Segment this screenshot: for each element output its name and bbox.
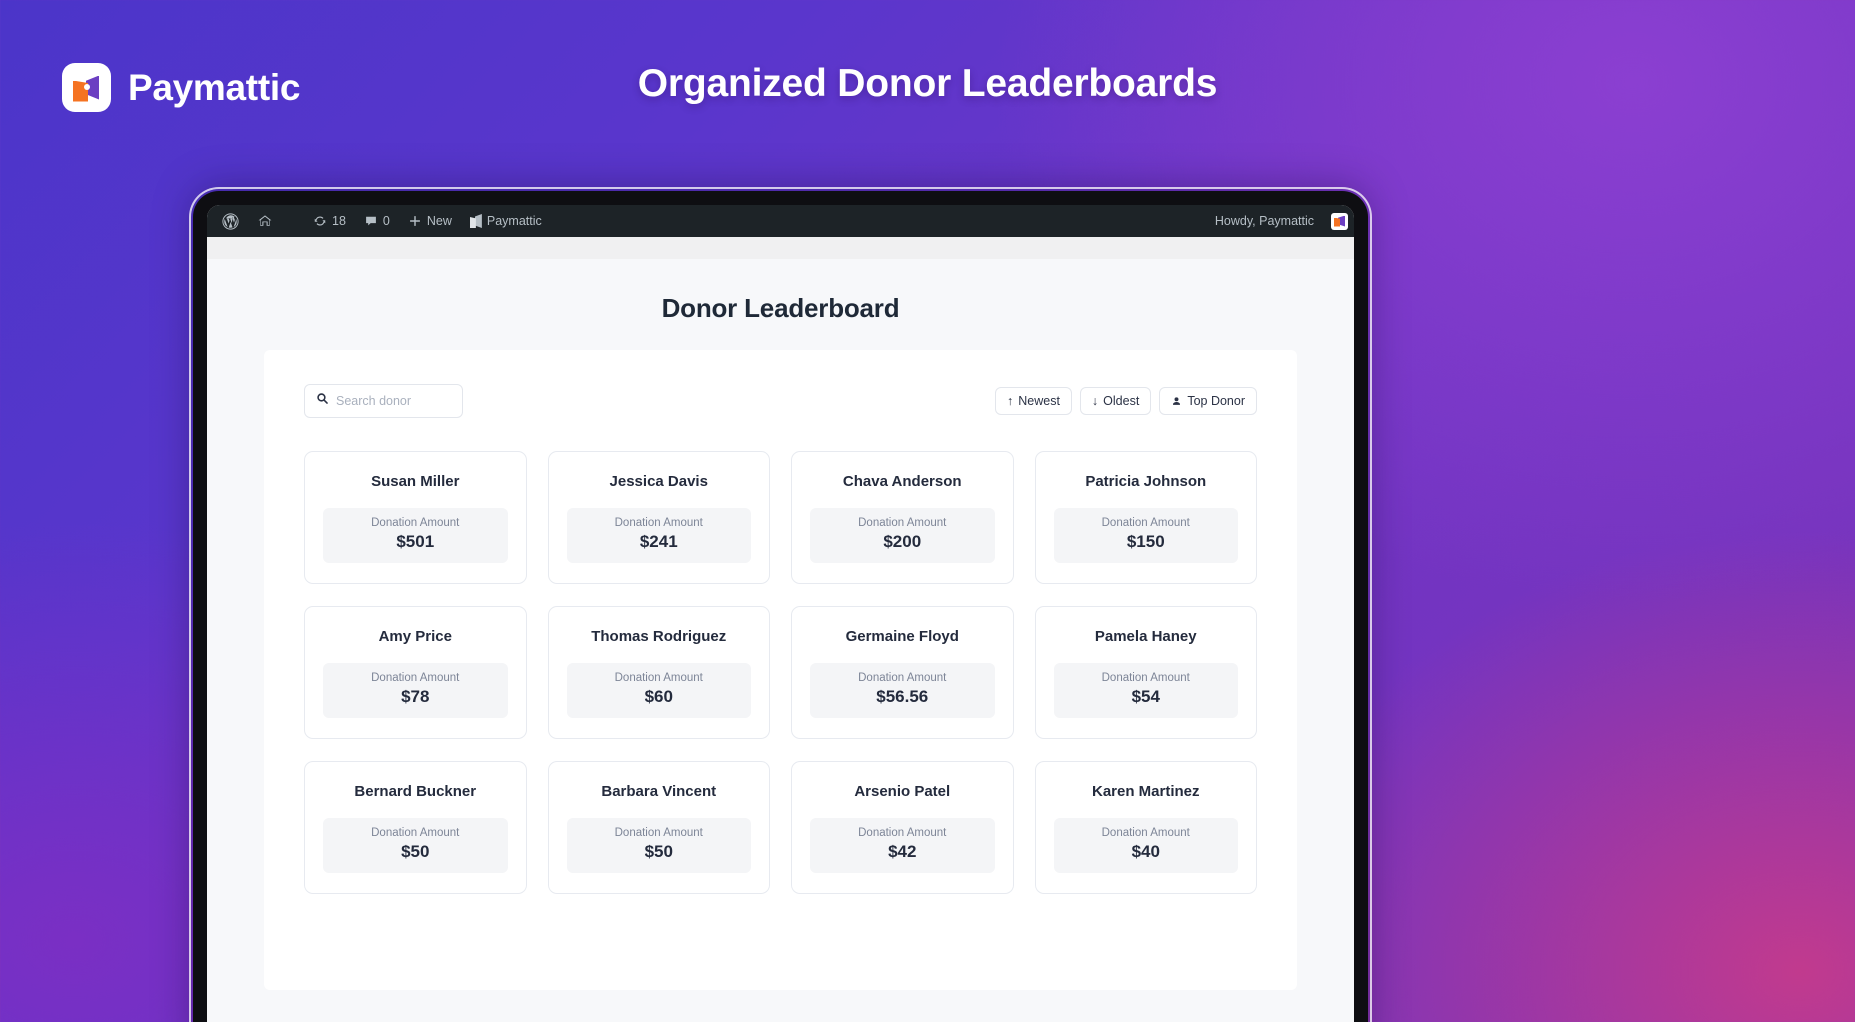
- donor-name: Jessica Davis: [609, 473, 708, 490]
- sort-newest-button[interactable]: ↑ Newest: [994, 387, 1072, 415]
- howdy-account-item[interactable]: Howdy, Paymattic: [1206, 205, 1323, 237]
- donation-amount-box: Donation Amount $78: [323, 663, 508, 718]
- donation-amount-box: Donation Amount $42: [810, 818, 995, 873]
- donation-amount-value: $54: [1131, 687, 1160, 706]
- donation-amount-label: Donation Amount: [1101, 517, 1190, 529]
- sort-top-donor-button[interactable]: Top Donor: [1159, 387, 1257, 415]
- donor-card: Thomas Rodriguez Donation Amount $60: [547, 606, 770, 739]
- donor-card: Jessica Davis Donation Amount $241: [547, 451, 770, 584]
- donor-name: Arsenio Patel: [854, 783, 951, 800]
- donor-card: Karen Martinez Donation Amount $40: [1034, 761, 1257, 894]
- donation-amount-value: $50: [644, 842, 673, 861]
- sort-oldest-button[interactable]: ↓ Oldest: [1079, 387, 1152, 415]
- donation-amount-value: $78: [401, 687, 430, 706]
- donation-amount-box: Donation Amount $50: [566, 818, 751, 873]
- donor-card: Arsenio Patel Donation Amount $42: [791, 761, 1014, 894]
- donation-amount-value: $40: [1131, 842, 1160, 861]
- arrow-up-icon: ↑: [1006, 393, 1014, 408]
- arrow-down-icon: ↓: [1091, 393, 1099, 408]
- donor-name: Chava Anderson: [842, 473, 962, 490]
- donation-amount-box: Donation Amount $60: [566, 663, 751, 718]
- sort-newest-label: Newest: [1018, 394, 1060, 408]
- donation-amount-label: Donation Amount: [1101, 672, 1190, 684]
- new-content-item[interactable]: New: [399, 205, 461, 237]
- donation-amount-value: $241: [639, 532, 678, 551]
- search-input[interactable]: Search donor: [304, 384, 463, 418]
- page-title: Donor Leaderboard: [661, 293, 900, 323]
- sort-buttons: ↑ Newest ↓ Oldest Top Donor: [994, 387, 1257, 415]
- donor-name: Thomas Rodriguez: [591, 628, 727, 645]
- leaderboard-panel: Search donor ↑ Newest ↓ Oldest Top Donor…: [264, 350, 1297, 990]
- paymattic-label: Paymattic: [486, 214, 542, 228]
- howdy-label: Howdy, Paymattic: [1214, 214, 1314, 228]
- donation-amount-label: Donation Amount: [614, 827, 703, 839]
- user-icon: [1171, 396, 1182, 407]
- donor-name: Patricia Johnson: [1085, 473, 1207, 490]
- donation-amount-box: Donation Amount $200: [810, 508, 995, 563]
- device-mockup: 18 0 New Paymattic Howdy, Paymattic Dono…: [189, 187, 1372, 1022]
- donation-amount-label: Donation Amount: [1101, 827, 1190, 839]
- wp-notice-strip: [207, 237, 1354, 259]
- wp-admin-bar: 18 0 New Paymattic Howdy, Paymattic: [207, 205, 1354, 237]
- donation-amount-box: Donation Amount $54: [1053, 663, 1238, 718]
- device-screen: 18 0 New Paymattic Howdy, Paymattic Dono…: [207, 205, 1354, 1022]
- donation-amount-box: Donation Amount $56.56: [810, 663, 995, 718]
- donor-card: Amy Price Donation Amount $78: [304, 606, 527, 739]
- donation-amount-box: Donation Amount $40: [1053, 818, 1238, 873]
- donation-amount-box: Donation Amount $50: [323, 818, 508, 873]
- donation-amount-value: $42: [888, 842, 917, 861]
- comments-count: 0: [382, 214, 390, 228]
- updates-item[interactable]: 18: [304, 205, 355, 237]
- donor-name: Germaine Floyd: [845, 628, 959, 645]
- donation-amount-label: Donation Amount: [858, 672, 947, 684]
- donation-amount-label: Donation Amount: [371, 672, 460, 684]
- donation-amount-box: Donation Amount $241: [566, 508, 751, 563]
- donor-name: Amy Price: [378, 628, 452, 645]
- updates-count: 18: [332, 214, 346, 228]
- donation-amount-label: Donation Amount: [614, 672, 703, 684]
- donation-amount-label: Donation Amount: [371, 517, 460, 529]
- site-home-icon[interactable]: [248, 205, 282, 237]
- sort-oldest-label: Oldest: [1103, 394, 1140, 408]
- wp-content-area: Donor Leaderboard Search donor ↑ Newest …: [207, 237, 1354, 1022]
- donor-card: Patricia Johnson Donation Amount $150: [1034, 451, 1257, 584]
- donation-amount-value: $200: [883, 532, 922, 551]
- paymattic-bar-icon: [469, 214, 482, 228]
- donor-name: Karen Martinez: [1091, 783, 1200, 800]
- donation-amount-label: Donation Amount: [371, 827, 460, 839]
- donor-card: Germaine Floyd Donation Amount $56.56: [791, 606, 1014, 739]
- wordpress-icon[interactable]: [213, 205, 248, 237]
- donor-card: Chava Anderson Donation Amount $200: [791, 451, 1014, 584]
- donor-name: Pamela Haney: [1094, 628, 1197, 645]
- donor-name: Barbara Vincent: [601, 783, 717, 800]
- donor-card: Susan Miller Donation Amount $501: [304, 451, 527, 584]
- search-icon: [316, 392, 329, 410]
- donation-amount-box: Donation Amount $150: [1053, 508, 1238, 563]
- donation-amount-box: Donation Amount $501: [323, 508, 508, 563]
- comments-item[interactable]: 0: [355, 205, 399, 237]
- donor-name: Susan Miller: [371, 473, 460, 490]
- paymattic-menu-item[interactable]: Paymattic: [461, 205, 551, 237]
- avatar[interactable]: [1331, 212, 1348, 230]
- donor-name: Bernard Buckner: [354, 783, 477, 800]
- sort-top-donor-label: Top Donor: [1187, 394, 1245, 408]
- donation-amount-value: $501: [396, 532, 435, 551]
- hero-title: Organized Donor Leaderboards: [637, 62, 1218, 105]
- leaderboard-page: Donor Leaderboard Search donor ↑ Newest …: [207, 259, 1354, 1022]
- donation-amount-label: Donation Amount: [858, 827, 947, 839]
- donation-amount-label: Donation Amount: [614, 517, 703, 529]
- donor-card: Pamela Haney Donation Amount $54: [1034, 606, 1257, 739]
- donation-amount-label: Donation Amount: [858, 517, 947, 529]
- leaderboard-toolbar: Search donor ↑ Newest ↓ Oldest Top Donor: [304, 384, 1257, 418]
- donor-card: Bernard Buckner Donation Amount $50: [304, 761, 527, 894]
- donation-amount-value: $56.56: [876, 687, 929, 706]
- donation-amount-value: $60: [644, 687, 673, 706]
- donor-grid: Susan Miller Donation Amount $501 Jessica D…: [304, 451, 1257, 894]
- donation-amount-value: $150: [1126, 532, 1165, 551]
- search-placeholder: Search donor: [336, 394, 412, 408]
- donor-card: Barbara Vincent Donation Amount $50: [547, 761, 770, 894]
- donation-amount-value: $50: [401, 842, 430, 861]
- new-label: New: [426, 214, 452, 228]
